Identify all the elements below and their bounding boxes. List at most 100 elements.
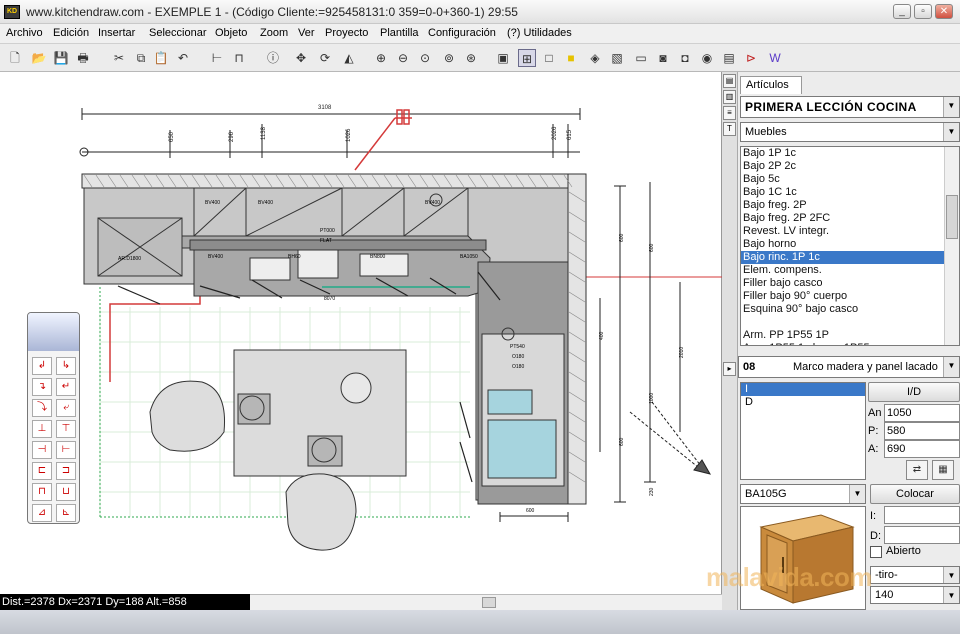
- palette-tool-icon[interactable]: ↴: [32, 378, 52, 396]
- palette-tool-icon[interactable]: ⊣: [32, 441, 52, 459]
- list-item[interactable]: Bajo 1C 1c: [741, 186, 959, 199]
- palette-tool-icon[interactable]: ⊥: [32, 420, 52, 438]
- width-field[interactable]: 1050: [884, 404, 960, 422]
- plan-view-icon[interactable]: ▣: [494, 49, 512, 67]
- catalog-dropdown[interactable]: PRIMERA LECCIÓN COCINA ▼: [740, 96, 960, 118]
- list-scroll-thumb[interactable]: [946, 195, 958, 239]
- menu-objeto[interactable]: Objeto: [215, 27, 247, 39]
- plan-canvas[interactable]: 3108 650 296 1138 1026 2026 615 AR.D1800…: [0, 72, 722, 594]
- size-dropdown[interactable]: 140 ▼: [870, 586, 960, 604]
- height-field[interactable]: 690: [884, 440, 960, 458]
- side-tab-tools[interactable]: T: [723, 122, 736, 136]
- chevron-down-icon[interactable]: ▼: [943, 587, 959, 603]
- d-field[interactable]: [884, 526, 960, 544]
- list-item[interactable]: Arm. 1P55 1c horno 1P55: [741, 342, 959, 345]
- palette-tool-icon[interactable]: ⊾: [56, 504, 76, 522]
- zoom-out-icon[interactable]: ⊖: [394, 49, 412, 67]
- list-item[interactable]: Bajo 5c: [741, 173, 959, 186]
- elevation-icon[interactable]: ◭: [340, 49, 358, 67]
- view-3d-icon[interactable]: ◈: [586, 49, 604, 67]
- zoom-extents-icon[interactable]: ⊚: [440, 49, 458, 67]
- palette-tool-icon[interactable]: ↲: [32, 357, 52, 375]
- tool-palette[interactable]: ↲ ↳ ↴ ↵ ⤵ ⤶ ⊥ ⊤ ⊣ ⊢ ⊏ ⊐ ⊓ ⊔ ⊿ ⊾: [27, 312, 80, 524]
- copy-icon[interactable]: ⧉: [132, 49, 150, 67]
- chevron-down-icon[interactable]: ▼: [943, 567, 959, 583]
- side-tab-list[interactable]: ≡: [723, 106, 736, 120]
- article-list[interactable]: Bajo 1P 1c Bajo 2P 2c Bajo 5c Bajo 1C 1c Baj…: [740, 146, 960, 346]
- palette-tool-icon[interactable]: ⊐: [56, 462, 76, 480]
- finish-dropdown[interactable]: 08 Marco madera y panel lacado ▼: [738, 356, 960, 378]
- hinge-option-left[interactable]: I: [741, 383, 865, 396]
- hinge-toggle-button[interactable]: I/D: [868, 382, 960, 402]
- swap-icon[interactable]: ⇄: [906, 460, 928, 480]
- menu-edicion[interactable]: Edición: [53, 27, 89, 39]
- side-tab-layers[interactable]: ▥: [723, 90, 736, 104]
- dimension-icon[interactable]: ⊢: [208, 49, 226, 67]
- close-button[interactable]: ✕: [935, 4, 953, 19]
- tab-articulos[interactable]: Artículos: [740, 76, 802, 94]
- palette-tool-icon[interactable]: ⊿: [32, 504, 52, 522]
- palette-tool-icon[interactable]: ⊏: [32, 462, 52, 480]
- menu-seleccionar[interactable]: Seleccionar: [149, 27, 206, 39]
- category-dropdown[interactable]: Muebles ▼: [740, 122, 960, 142]
- maximize-button[interactable]: ▫: [914, 4, 932, 19]
- palette-tool-icon[interactable]: ↳: [56, 357, 76, 375]
- palette-tool-icon[interactable]: ↵: [56, 378, 76, 396]
- palette-titlebar[interactable]: [28, 313, 79, 351]
- cube-icon[interactable]: ▧: [608, 49, 626, 67]
- save-icon[interactable]: 💾: [52, 49, 70, 67]
- menu-insertar[interactable]: Insertar: [98, 27, 135, 39]
- side-tab-expand[interactable]: ▸: [723, 362, 736, 376]
- horizontal-scrollbar[interactable]: [250, 594, 722, 610]
- camera-icon[interactable]: ◙: [654, 49, 672, 67]
- reference-dropdown[interactable]: BA105G ▼: [740, 484, 866, 504]
- zoom-all-icon[interactable]: ⊛: [462, 49, 480, 67]
- list-item[interactable]: Elem. compens.: [741, 264, 959, 277]
- palette-tool-icon[interactable]: ⊤: [56, 420, 76, 438]
- new-icon[interactable]: 🗋: [6, 49, 24, 67]
- floorplan-icon[interactable]: ⊞: [518, 49, 536, 67]
- i-field[interactable]: [884, 506, 960, 524]
- scroll-thumb[interactable]: [482, 597, 496, 608]
- move-icon[interactable]: ✥: [292, 49, 310, 67]
- film-icon[interactable]: ▭: [632, 49, 650, 67]
- palette-tool-icon[interactable]: ⊓: [32, 483, 52, 501]
- info-icon[interactable]: ⓘ: [264, 49, 282, 67]
- box-icon[interactable]: □: [540, 49, 558, 67]
- palette-tool-icon[interactable]: ⤶: [56, 399, 76, 417]
- hinge-list[interactable]: I D: [740, 382, 866, 480]
- menu-utilidades[interactable]: (?) Utilidades: [507, 27, 572, 39]
- doc-icon[interactable]: ▤: [720, 49, 738, 67]
- floor-plan-drawing[interactable]: 3108 650 296 1138 1026 2026 615 AR.D1800…: [0, 72, 722, 594]
- camera2-icon[interactable]: ◘: [676, 49, 694, 67]
- undo-icon[interactable]: ↶: [174, 49, 192, 67]
- list-item[interactable]: Bajo rinc. 1P 1c: [741, 251, 959, 264]
- place-button[interactable]: Colocar: [870, 484, 960, 504]
- list-item[interactable]: Bajo 1P 1c: [741, 147, 959, 160]
- list-item[interactable]: Filler bajo 90° cuerpo: [741, 290, 959, 303]
- menu-ver[interactable]: Ver: [298, 27, 315, 39]
- kitchendraw-app-icon[interactable]: KD: [4, 5, 20, 19]
- minimize-button[interactable]: _: [893, 4, 911, 19]
- menu-plantilla[interactable]: Plantilla: [380, 27, 419, 39]
- list-item[interactable]: Revest. LV integr.: [741, 225, 959, 238]
- calc-icon[interactable]: ▦: [932, 460, 954, 480]
- chevron-down-icon[interactable]: ▼: [943, 123, 959, 141]
- palette-tool-icon[interactable]: ⤵: [32, 399, 52, 417]
- list-item[interactable]: Arm. PP 1P55 1P: [741, 329, 959, 342]
- list-item[interactable]: Esquina 90° bajo casco: [741, 303, 959, 316]
- dimension2-icon[interactable]: ⊓: [230, 49, 248, 67]
- list-scrollbar[interactable]: [944, 147, 959, 345]
- zoom-window-icon[interactable]: ⊙: [416, 49, 434, 67]
- list-item[interactable]: Bajo freg. 2P 2FC: [741, 212, 959, 225]
- menu-configuracion[interactable]: Configuración: [428, 27, 496, 39]
- list-item[interactable]: Bajo freg. 2P: [741, 199, 959, 212]
- list-item[interactable]: Filler bajo casco: [741, 277, 959, 290]
- zoom-in-icon[interactable]: ⊕: [372, 49, 390, 67]
- print-icon[interactable]: 🖶: [74, 49, 92, 67]
- chevron-down-icon[interactable]: ▼: [943, 357, 959, 377]
- menu-proyecto[interactable]: Proyecto: [325, 27, 368, 39]
- list-item[interactable]: Bajo horno: [741, 238, 959, 251]
- list-item[interactable]: [741, 316, 959, 329]
- palette-tool-icon[interactable]: ⊢: [56, 441, 76, 459]
